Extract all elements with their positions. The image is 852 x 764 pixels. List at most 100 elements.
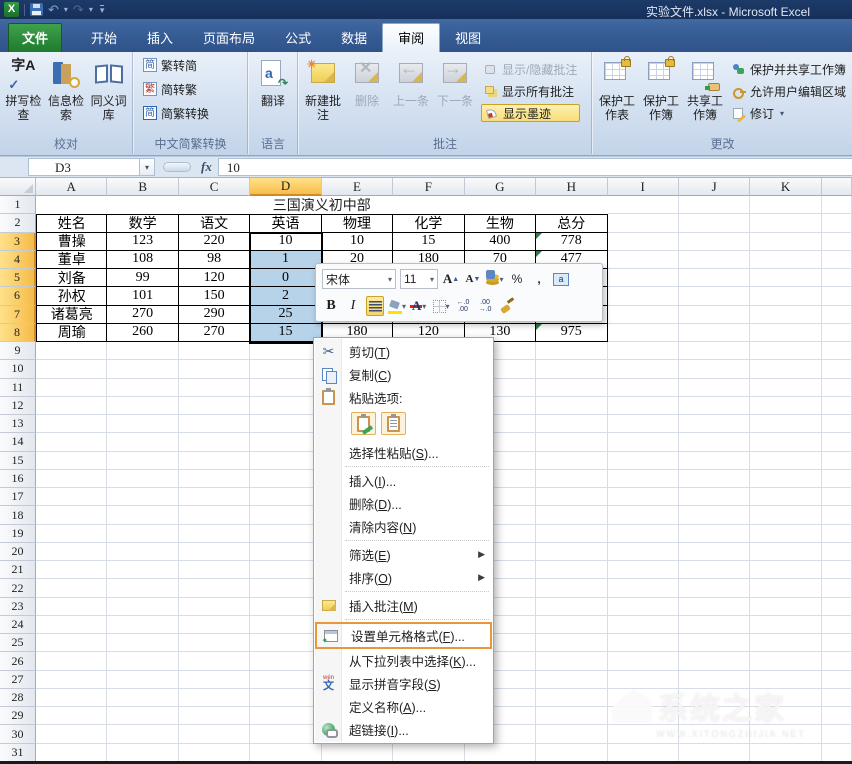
cell-J7[interactable]	[679, 306, 750, 324]
cell-L26[interactable]	[822, 652, 852, 670]
cell-D3[interactable]: 10	[250, 233, 321, 251]
cell-J13[interactable]	[679, 415, 750, 433]
cell-C7[interactable]: 290	[179, 306, 250, 324]
row-header-23[interactable]: 23	[0, 598, 36, 616]
row-header-18[interactable]: 18	[0, 506, 36, 524]
cell-I4[interactable]	[608, 251, 679, 269]
row-header-27[interactable]: 27	[0, 671, 36, 689]
cell-J17[interactable]	[679, 488, 750, 506]
cell-L21[interactable]	[822, 561, 852, 579]
cell-C17[interactable]	[179, 488, 250, 506]
cell-C2[interactable]: 语文	[179, 214, 250, 232]
cell-K10[interactable]	[750, 360, 821, 378]
center-align-button[interactable]	[366, 296, 384, 316]
cell-A15[interactable]	[36, 452, 107, 470]
row-header-3[interactable]: 3	[0, 233, 36, 251]
cell-K30[interactable]	[750, 725, 821, 743]
menu-item-paste-special[interactable]: 选择性粘贴(S)...	[315, 441, 492, 464]
cell-B24[interactable]	[107, 616, 178, 634]
shrink-font-button[interactable]: A▼	[464, 269, 482, 289]
menu-item-show-phonetic[interactable]: wén文显示拼音字段(S)	[315, 672, 492, 695]
cell-K14[interactable]	[750, 433, 821, 451]
cell-H27[interactable]	[536, 671, 607, 689]
cell-K7[interactable]	[750, 306, 821, 324]
cell-A21[interactable]	[36, 561, 107, 579]
row-header-20[interactable]: 20	[0, 543, 36, 561]
cell-J12[interactable]	[679, 397, 750, 415]
cell-C8[interactable]: 270	[179, 324, 250, 342]
cell-C3[interactable]: 220	[179, 233, 250, 251]
cell-L24[interactable]	[822, 616, 852, 634]
cell-L19[interactable]	[822, 525, 852, 543]
cell-D30[interactable]	[250, 725, 321, 743]
cell-L15[interactable]	[822, 452, 852, 470]
cell-J14[interactable]	[679, 433, 750, 451]
cell-K13[interactable]	[750, 415, 821, 433]
row-header-12[interactable]: 12	[0, 397, 36, 415]
cell-B17[interactable]	[107, 488, 178, 506]
row-header-2[interactable]: 2	[0, 214, 36, 232]
cell-C20[interactable]	[179, 543, 250, 561]
cell-B22[interactable]	[107, 579, 178, 597]
cell-B21[interactable]	[107, 561, 178, 579]
cell-H8[interactable]: 975	[536, 324, 607, 342]
column-header-C[interactable]: C	[179, 178, 250, 196]
cell-D20[interactable]	[250, 543, 321, 561]
menu-item-insert-comment[interactable]: 插入批注(M)	[315, 594, 492, 617]
cell-J22[interactable]	[679, 579, 750, 597]
cell-L4[interactable]	[822, 251, 852, 269]
cell-B23[interactable]	[107, 598, 178, 616]
cell-F3[interactable]: 15	[393, 233, 464, 251]
cell-L6[interactable]	[822, 287, 852, 305]
cell-A26[interactable]	[36, 652, 107, 670]
merged-title-cell[interactable]: 三国演义初中部	[36, 196, 608, 214]
undo-icon[interactable]: ↶	[48, 3, 59, 16]
menu-item-sort[interactable]: 排序(O)▶	[315, 566, 492, 589]
cell-H30[interactable]	[536, 725, 607, 743]
cell-D22[interactable]	[250, 579, 321, 597]
row-header-15[interactable]: 15	[0, 452, 36, 470]
column-header-A[interactable]: A	[36, 178, 107, 196]
cell-H23[interactable]	[536, 598, 607, 616]
cell-D11[interactable]	[250, 379, 321, 397]
cell-C25[interactable]	[179, 634, 250, 652]
row-header-13[interactable]: 13	[0, 415, 36, 433]
cell-J30[interactable]	[679, 725, 750, 743]
cell-I1[interactable]	[608, 196, 679, 214]
cell-B4[interactable]: 108	[107, 251, 178, 269]
cell-A8[interactable]: 周瑜	[36, 324, 107, 342]
cell-I16[interactable]	[608, 470, 679, 488]
cell-C14[interactable]	[179, 433, 250, 451]
cell-L9[interactable]	[822, 342, 852, 360]
cell-K27[interactable]	[750, 671, 821, 689]
show-all-comments-button[interactable]: 显示所有批注	[481, 82, 580, 100]
cell-C21[interactable]	[179, 561, 250, 579]
cell-D2[interactable]: 英语	[250, 214, 321, 232]
column-header-K[interactable]: K	[750, 178, 821, 196]
row-header-31[interactable]: 31	[0, 744, 36, 762]
cell-D21[interactable]	[250, 561, 321, 579]
cell-L20[interactable]	[822, 543, 852, 561]
cell-K23[interactable]	[750, 598, 821, 616]
cell-L1[interactable]	[822, 196, 852, 214]
cell-B8[interactable]: 260	[107, 324, 178, 342]
row-header-10[interactable]: 10	[0, 360, 36, 378]
cell-B2[interactable]: 数学	[107, 214, 178, 232]
cell-B28[interactable]	[107, 689, 178, 707]
cell-A22[interactable]	[36, 579, 107, 597]
row-header-17[interactable]: 17	[0, 488, 36, 506]
name-box[interactable]: D3	[28, 158, 140, 176]
protect-workbook-button[interactable]: 保护工作簿	[639, 56, 683, 122]
cell-J5[interactable]	[679, 269, 750, 287]
cell-H11[interactable]	[536, 379, 607, 397]
cell-D18[interactable]	[250, 506, 321, 524]
cell-K26[interactable]	[750, 652, 821, 670]
cell-L25[interactable]	[822, 634, 852, 652]
menu-item-hyperlink[interactable]: 超链接(I)...	[315, 718, 492, 741]
cell-I11[interactable]	[608, 379, 679, 397]
cell-L3[interactable]	[822, 233, 852, 251]
row-header-11[interactable]: 11	[0, 379, 36, 397]
row-header-28[interactable]: 28	[0, 689, 36, 707]
cell-I20[interactable]	[608, 543, 679, 561]
cell-B20[interactable]	[107, 543, 178, 561]
